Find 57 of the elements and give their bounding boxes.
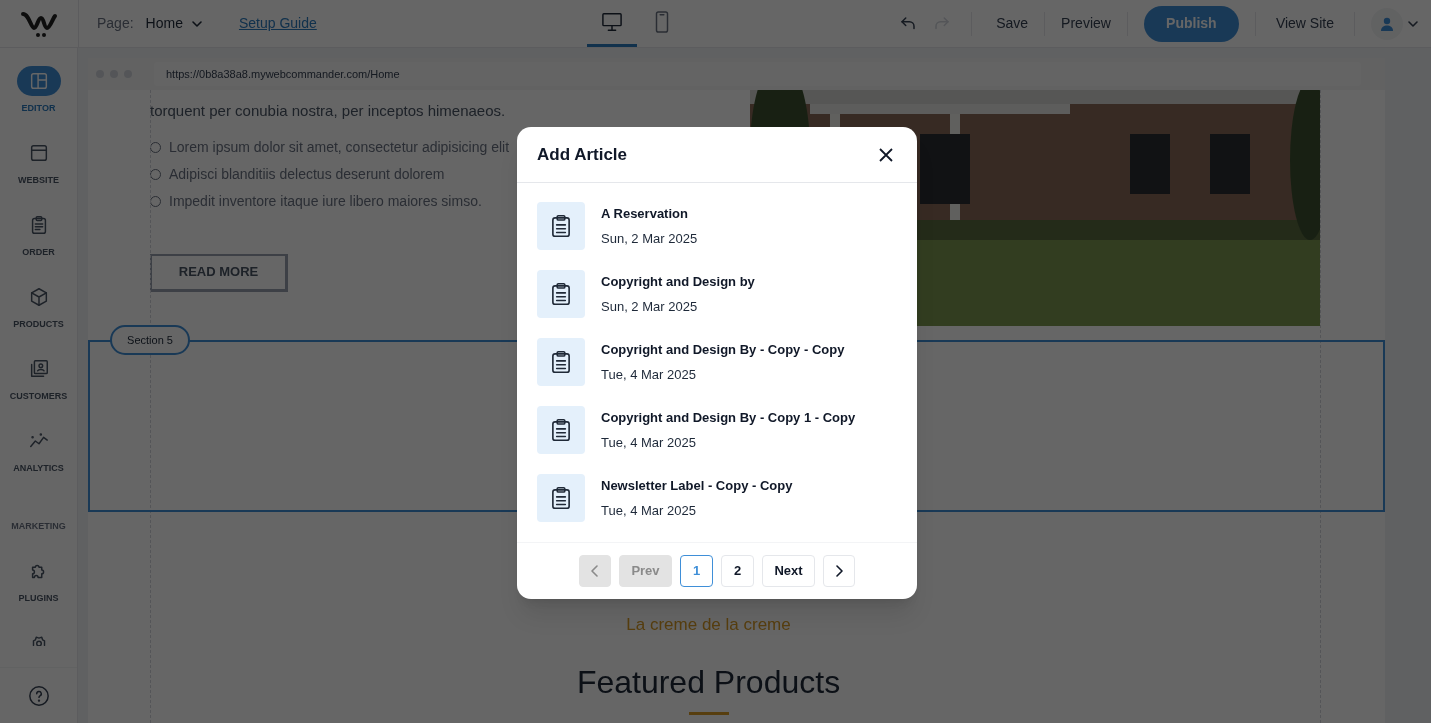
- list-item: Lorem ipsum dolor sit amet, consectetur adipisicing elit: [169, 137, 510, 157]
- article-title: Copyright and Design By - Copy 1 - Copy: [601, 408, 856, 427]
- article-icon: [537, 406, 585, 454]
- article-item[interactable]: Copyright and Design By - Copy - Copy Tue, 4 Mar 2025: [537, 338, 897, 386]
- section-label: Section 5: [110, 325, 190, 355]
- page-dropdown[interactable]: Home: [145, 13, 203, 34]
- article-date: Sun, 2 Mar 2025: [601, 230, 698, 248]
- article-icon: [537, 202, 585, 250]
- article-title: Newsletter Label - Copy - Copy: [601, 476, 793, 495]
- close-icon: [879, 147, 893, 162]
- page-label: Page:: [97, 14, 134, 33]
- section-heading: Featured Products: [575, 662, 842, 702]
- sidebar-item[interactable]: WEBSITE: [0, 138, 77, 210]
- pagination-button[interactable]: Next: [762, 555, 815, 587]
- article-title: A Reservation: [601, 204, 689, 223]
- sidebar-item[interactable]: PRODUCTS: [0, 282, 77, 354]
- logo-icon[interactable]: [20, 9, 58, 38]
- article-title: Copyright and Design by: [601, 272, 755, 291]
- article-item[interactable]: A Reservation Sun, 2 Mar 2025: [537, 202, 897, 250]
- article-icon: [537, 270, 585, 318]
- article-date: Tue, 4 Mar 2025: [601, 502, 697, 520]
- mobile-icon: [653, 11, 670, 33]
- article-date: Tue, 4 Mar 2025: [601, 434, 697, 452]
- user-avatar-icon: [1371, 7, 1403, 40]
- article-title: Copyright and Design By - Copy - Copy: [601, 340, 845, 359]
- sidebar-item[interactable]: CUSTOMERS: [0, 354, 77, 426]
- page-button[interactable]: 1: [680, 555, 713, 587]
- article-date: Tue, 4 Mar 2025: [601, 366, 697, 384]
- tagline: La creme de la creme: [625, 614, 792, 636]
- article-item[interactable]: Newsletter Label - Copy - Copy Tue, 4 Mar 2025: [537, 474, 897, 522]
- chevron-icon: [590, 565, 600, 577]
- sidebar-item[interactable]: EDITOR: [0, 66, 77, 138]
- sidebar-item[interactable]: ANALYTICS: [0, 426, 77, 498]
- toolbar-button[interactable]: Save: [984, 13, 1041, 34]
- sidebar-item[interactable]: PLUGINS: [0, 555, 77, 628]
- sidebar-item[interactable]: ORDER: [0, 210, 77, 282]
- article-icon: [537, 338, 585, 386]
- publish-button[interactable]: Publish: [1143, 5, 1239, 42]
- view-site-button[interactable]: View Site: [1271, 13, 1338, 34]
- article-icon: [537, 474, 585, 522]
- toolbar-button[interactable]: Preview: [1049, 13, 1123, 34]
- help-icon[interactable]: [27, 684, 50, 707]
- article-item[interactable]: Copyright and Design by Sun, 2 Mar 2025: [537, 270, 897, 318]
- article-item[interactable]: Copyright and Design By - Copy 1 - Copy Tue, 4 Mar 2025: [537, 406, 897, 454]
- setup-guide-link[interactable]: Setup Guide: [238, 13, 317, 34]
- list-item: Adipisci blanditiis delectus deserunt dolorem: [169, 164, 445, 184]
- desktop-icon: [600, 12, 623, 32]
- page-button[interactable]: 2: [721, 555, 754, 587]
- next-arrow-button[interactable]: [823, 555, 855, 587]
- read-more-button[interactable]: READ MORE: [150, 253, 288, 292]
- dialog-title: Add Article: [537, 143, 628, 166]
- body-text: torquent per conubia nostra, per inceptos himenaeos.: [150, 101, 507, 121]
- sidebar-heading: MARKETING: [11, 520, 66, 533]
- chevron-icon: [834, 565, 844, 577]
- account-button[interactable]: [1371, 7, 1419, 40]
- article-date: Sun, 2 Mar 2025: [601, 298, 699, 316]
- list-item: Impedit inventore itaque iure libero maiores simso.: [169, 191, 482, 211]
